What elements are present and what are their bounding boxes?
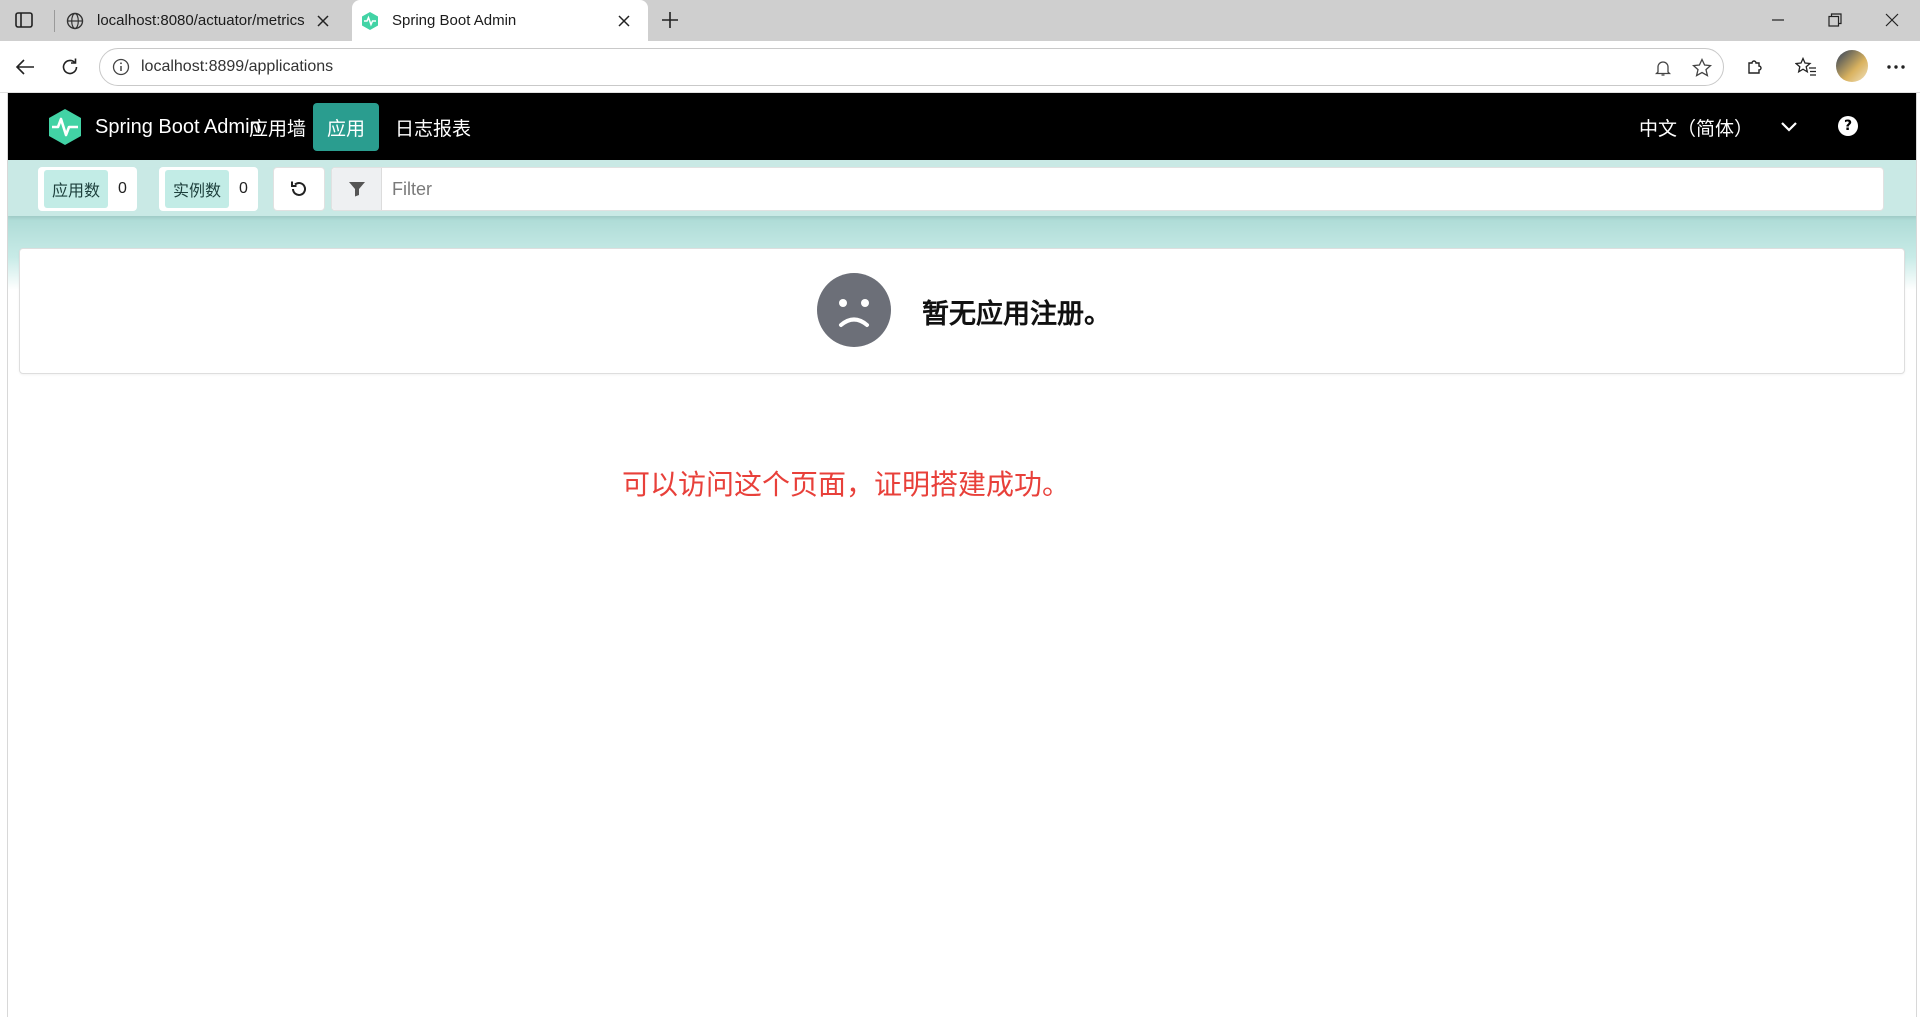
nav-item-journal[interactable]: 日志报表 [381,103,485,151]
window-close-icon[interactable] [1880,8,1904,32]
tab-actions-icon[interactable] [12,9,36,31]
empty-state-message: 暂无应用注册。 [922,299,1111,329]
nav-item-wallboard[interactable]: 应用墙 [235,103,320,151]
help-question-icon[interactable]: ? [1838,116,1858,136]
new-tab-plus-icon[interactable] [658,8,682,32]
minimize-icon[interactable] [1766,8,1790,32]
language-selector[interactable]: 中文（简体） [1639,103,1799,151]
filter-toolbar: 应用数 0 实例数 0 [8,160,1916,216]
instances-count: 实例数 0 [159,167,258,211]
browser-tab-spring-boot-admin[interactable]: Spring Boot Admin [352,0,648,41]
spring-boot-admin-logo-icon [49,109,81,145]
refresh-button[interactable] [273,167,325,211]
info-icon[interactable] [112,58,130,76]
browser-toolbar: localhost:8899/applications [0,41,1920,93]
back-arrow-icon[interactable] [12,54,38,80]
restore-icon[interactable] [1823,8,1847,32]
applications-count: 应用数 0 [38,167,137,211]
applications-count-value: 0 [118,180,127,197]
browser-tabstrip: localhost:8080/actuator/metrics Spring B… [0,0,1920,41]
brand[interactable]: Spring Boot Admin [45,107,261,147]
filter-input[interactable] [382,168,1883,210]
address-url[interactable]: localhost:8899/applications [141,58,333,76]
tab-title: localhost:8080/actuator/metrics [97,12,305,29]
notification-bell-icon[interactable] [1652,57,1674,79]
address-bar[interactable]: localhost:8899/applications [99,48,1724,86]
browser-tab-metrics[interactable]: localhost:8080/actuator/metrics [57,0,347,41]
tab-separator [54,10,55,32]
page-viewport: Spring Boot Admin 应用墙 应用 日志报表 中文（简体） ? 应… [7,93,1917,1017]
empty-state-card: 暂无应用注册。 [19,248,1905,374]
close-icon[interactable] [313,11,333,31]
more-menu-icon[interactable] [1883,54,1909,80]
reload-icon[interactable] [57,54,83,80]
app-navbar: Spring Boot Admin 应用墙 应用 日志报表 中文（简体） ? [8,93,1916,160]
tab-title: Spring Boot Admin [392,12,517,29]
instances-count-value: 0 [239,180,248,197]
filter-funnel-icon [332,168,382,210]
language-label: 中文（简体） [1639,118,1754,140]
filter-field [331,167,1884,211]
instances-count-label: 实例数 [165,170,230,208]
close-icon[interactable] [614,11,634,31]
globe-icon [65,11,85,31]
profile-avatar[interactable] [1836,50,1868,82]
spring-boot-admin-favicon-icon [360,11,380,31]
chevron-down-icon [1779,117,1799,137]
favorite-star-icon[interactable] [1691,57,1713,79]
favorites-list-icon[interactable] [1793,54,1819,80]
nav-item-applications[interactable]: 应用 [313,103,380,151]
extensions-puzzle-icon[interactable] [1742,54,1768,80]
refresh-icon [291,181,306,196]
applications-count-label: 应用数 [44,170,109,208]
sad-face-icon [817,273,891,347]
annotation-text: 可以访问这个页面，证明搭建成功。 [622,469,1071,500]
